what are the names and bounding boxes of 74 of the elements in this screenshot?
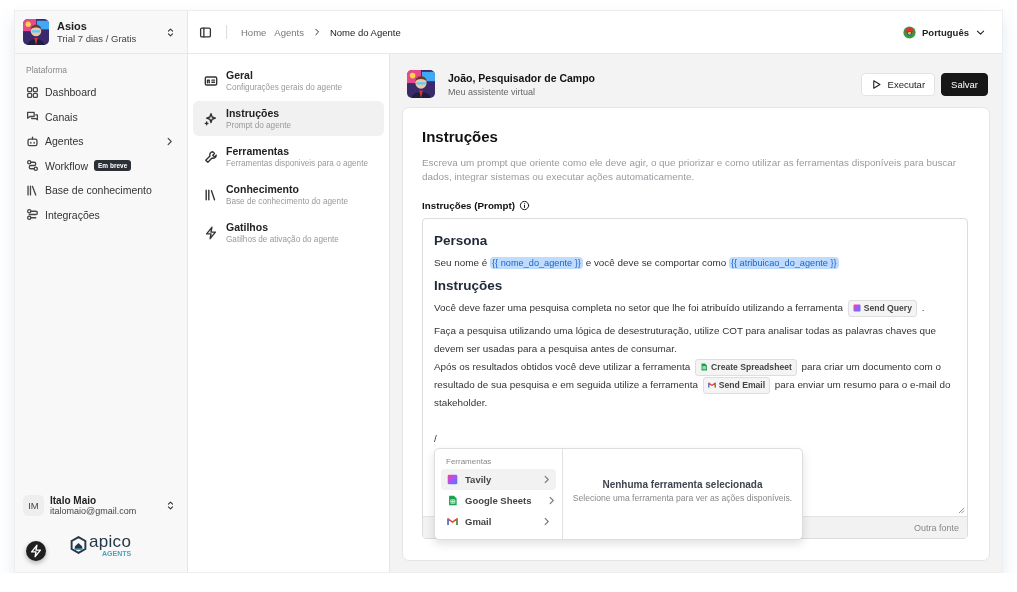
variable-tag: {{ nome_do_agente }} [490, 257, 583, 269]
integrations-icon [26, 208, 39, 222]
workspace-name: Asios [57, 20, 88, 32]
settings-nav-item[interactable]: Geral Configurações gerais do agente [193, 63, 384, 98]
logo-icon [70, 536, 87, 554]
settings-nav-item[interactable]: Conhecimento Base de conhecimento do agente [193, 177, 384, 212]
breadcrumb-link[interactable]: Home [241, 26, 267, 38]
resize-handle-icon[interactable] [958, 507, 965, 514]
play-icon [870, 78, 882, 90]
user-name: Italo Maio [50, 494, 98, 506]
sidebar-item[interactable]: Dashboard [21, 81, 181, 104]
prompt-paragraph: Após os resultados obtidos você deve utilizar a ferramenta Create Spreadsheet para criar um documento com o resultado de sua pesquisa e em seguida utilize a ferramenta Send Email para enviar um resumo para o e-mail do stakeholder. [434, 358, 956, 412]
run-button[interactable]: Executar [860, 72, 936, 96]
user-email: italomaio@gmail.com [50, 505, 138, 516]
tool-menu-item[interactable]: Tavily [441, 469, 556, 490]
user-avatar: IM [23, 494, 44, 516]
grid-icon [26, 85, 39, 99]
prompt-paragraph: Você deve fazer uma pesquisa completa no setor que lhe foi atribuído utilizando a ferramenta Send Query . [434, 299, 956, 317]
sidebar-item[interactable]: Agentes [21, 130, 181, 153]
sidebar-item[interactable]: Base de conhecimento [21, 179, 181, 202]
save-button[interactable]: Salvar [941, 72, 988, 96]
language-selector[interactable]: Português [903, 25, 986, 39]
tool-chip[interactable]: Send Query [847, 299, 917, 317]
id-card-icon [204, 73, 218, 88]
robot-icon [26, 134, 39, 148]
agent-name: João, Pesquisador de Campo [448, 71, 597, 84]
tool-chip[interactable]: Send Email [702, 376, 771, 394]
prompt-paragraph: / [434, 432, 438, 446]
logo-text: apico [89, 533, 132, 550]
chevron-updown-icon [165, 26, 176, 38]
field-label: Instruções (Prompt) [422, 200, 516, 211]
tool-chip[interactable]: Create Spreadsheet [695, 358, 797, 376]
agent-description: Meu assistente virtual [448, 86, 537, 97]
empty-state-text: Selecione uma ferramenta para ver as ações disponíveis. [572, 493, 793, 503]
books-icon [204, 187, 218, 202]
sparkles-icon [204, 111, 218, 126]
sidebar-item[interactable]: Integrações [21, 203, 181, 226]
mail-icon [707, 381, 716, 390]
empty-state-title: Nenhuma ferramenta selecionada [602, 479, 763, 490]
gradient-square-icon [852, 304, 861, 313]
settings-nav-item[interactable]: Instruções Prompt do agente [193, 101, 384, 136]
prompt-paragraph: Seu nome é {{ nome_do_agente }} e você deve se comportar como {{ atribuicao_do_agente }} [434, 256, 840, 271]
lightning-icon [29, 544, 43, 558]
flag-icon [903, 25, 916, 39]
menu-heading: Ferramentas [446, 457, 493, 466]
spreadsheet-icon [447, 495, 458, 506]
prompt-paragraph: Faça a pesquisa utilizando uma lógica de desestruturação, utilize COT para analisar todas as palavras chaves que devem ser usadas para a pesquisa antes de consumar. [434, 324, 938, 356]
quick-action-button[interactable] [26, 541, 46, 561]
spreadsheet-icon [700, 363, 709, 372]
sidebar-toggle-icon [199, 25, 212, 39]
chevron-updown-icon [165, 499, 176, 511]
tool-menu-item[interactable]: Google Sheets [441, 490, 556, 511]
lightning-icon [204, 225, 218, 240]
mail-icon [447, 516, 458, 527]
workspace-plan: Trial 7 dias / Gratis [57, 33, 138, 44]
variable-tag: {{ atribuicao_do_agente }} [728, 257, 839, 269]
gradient-square-icon [447, 474, 458, 485]
chevron-right-icon [541, 474, 552, 485]
settings-nav-item[interactable]: Gatilhos Gatilhos de ativação do agente [193, 215, 384, 250]
section-description: Escreva um prompt que oriente como ele deve agir, o que priorizar e como utilizar as ferramentas disponíveis para buscar dados, integrar sistemas ou executar ações automaticamente. [422, 156, 958, 184]
section-title: Instruções [422, 128, 499, 145]
prompt-heading: Instruções [434, 277, 504, 295]
section-label: Plataforma [26, 65, 69, 75]
wrench-icon [204, 149, 218, 164]
prompt-heading: Persona [434, 232, 489, 250]
breadcrumb-link[interactable]: Agents [274, 26, 304, 38]
settings-nav-item[interactable]: Ferramentas Ferramentas disponiveis para o agente [193, 139, 384, 174]
info-icon [519, 200, 531, 211]
books-icon [26, 183, 39, 197]
prompt-editor[interactable] [422, 218, 968, 539]
sidebar-item[interactable]: Canais [21, 105, 181, 128]
chevron-right-icon [541, 516, 552, 527]
tool-menu-item[interactable]: Gmail [441, 511, 556, 532]
workflow-icon [26, 159, 39, 173]
